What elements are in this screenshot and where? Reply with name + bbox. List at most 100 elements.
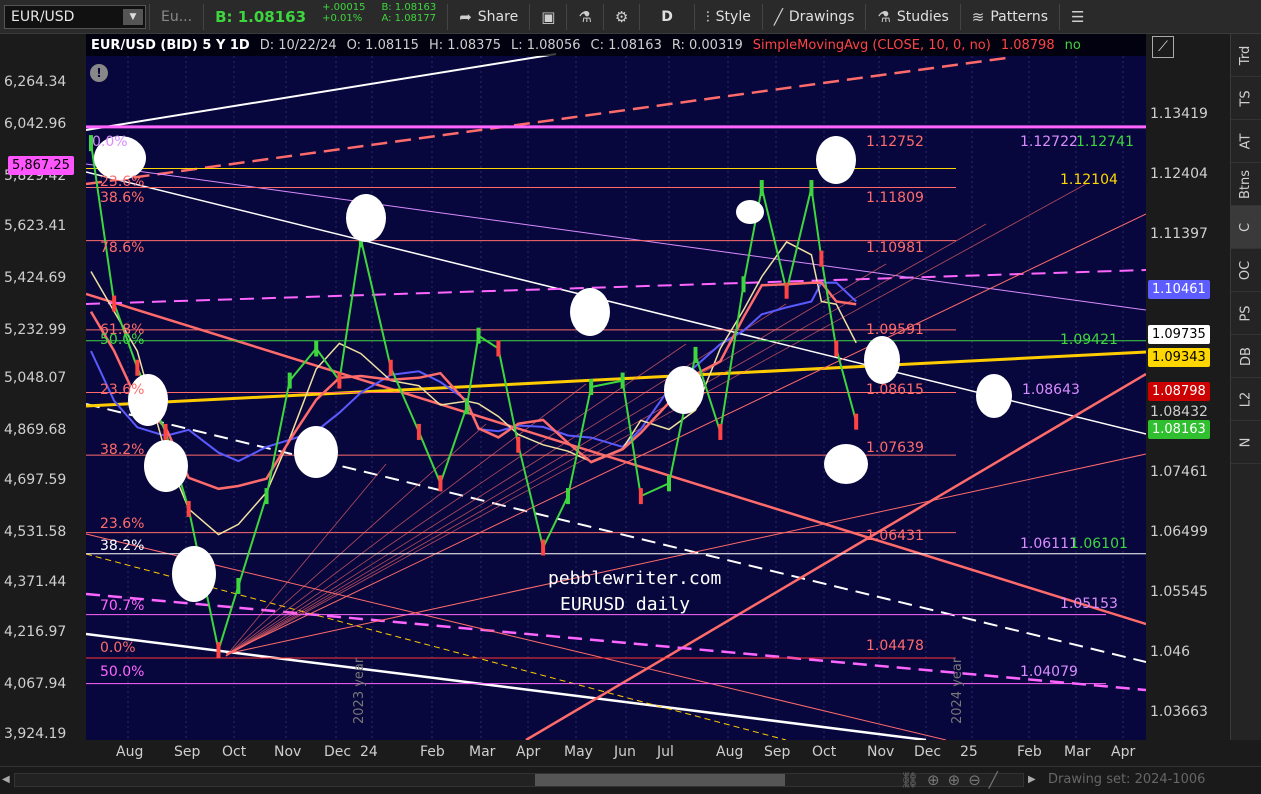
annotation-ellipse[interactable] (864, 336, 900, 384)
symbol-description-text: Eu... (161, 8, 193, 25)
scroll-left-icon[interactable]: ◀ (2, 774, 10, 785)
scrollbar-thumb[interactable] (535, 774, 785, 786)
left-price-axis: 6,264.34 6,042.96 5,829.42 5,623.41 5,424.69… (0, 34, 86, 742)
price-level-label: 1.12104 (1060, 172, 1118, 188)
right-price-tag: 1.08163 (1148, 420, 1210, 439)
divider (529, 3, 531, 30)
year-label-2024: 2024 year (950, 657, 965, 724)
annotation-ellipse[interactable] (736, 200, 764, 224)
link-icon[interactable]: ⛓ (900, 771, 919, 789)
left-axis-tick-label: 5,623.41 (4, 218, 67, 234)
time-axis-tick-label: Apr (516, 744, 541, 760)
menu-button[interactable]: ☰ (1063, 2, 1092, 32)
sidebar-tab-at[interactable]: AT (1231, 120, 1261, 163)
price-candle (476, 327, 481, 344)
draw-icon[interactable]: ╱ (989, 771, 998, 789)
camera-button[interactable]: ▣ (533, 2, 563, 32)
right-price-tag: 1.09343 (1148, 348, 1210, 367)
price-level-label: 1.12752 (866, 134, 924, 150)
patterns-icon: ≋ (971, 7, 985, 26)
trend-line[interactable] (86, 269, 1146, 305)
annotation-ellipse[interactable] (144, 440, 188, 492)
trend-line[interactable] (86, 163, 1146, 311)
price-level-label: 1.05153 (1060, 596, 1118, 612)
info-low: L: 1.08056 (510, 37, 581, 53)
zoom-controls: ⛓ ⊕ ⊕ ⊖ ╱ (900, 771, 998, 789)
fib-percent-label: 23.6% (100, 516, 145, 532)
trend-line[interactable] (525, 372, 1146, 740)
ask-small: A: 1.08177 (381, 12, 437, 24)
menu-icon: ☰ (1071, 7, 1085, 26)
annotation-ellipse[interactable] (570, 288, 610, 336)
price-candle (541, 539, 546, 556)
symbol-selector[interactable]: EUR/USD ▼ (4, 4, 146, 29)
zoom-out-icon[interactable]: ⊖ (968, 771, 981, 789)
time-axis-tick-label: Nov (867, 744, 895, 760)
price-level-label: 1.04079 (1020, 664, 1078, 680)
left-axis-tick-label: 4,869.68 (4, 422, 67, 438)
sidebar-tab-n[interactable]: N (1231, 421, 1261, 464)
settings-button[interactable]: ⚙ (607, 2, 636, 32)
left-axis-tick-label: 5,232.99 (4, 322, 67, 338)
info-icon[interactable]: ! (90, 64, 108, 82)
draw-tool-icon[interactable]: ⟋ (1152, 36, 1174, 58)
fib-percent-label: 38.6% (100, 190, 145, 206)
bid-small: B: 1.08163 (381, 1, 437, 13)
zoom-in-icon[interactable]: ⊕ (948, 771, 961, 789)
price-level-label: 1.12741 (1076, 134, 1134, 150)
left-axis-tick-label: 4,697.59 (4, 472, 67, 488)
share-button[interactable]: ➦ Share (451, 2, 526, 32)
sidebar-tab-oc[interactable]: OC (1231, 249, 1261, 292)
sidebar-tab-c[interactable]: C (1231, 206, 1261, 249)
annotation-ellipse[interactable] (824, 444, 868, 484)
patterns-button[interactable]: ≋ Patterns (964, 2, 1056, 32)
studies-button[interactable]: ⚗ Studies (869, 2, 956, 32)
annotation-ellipse[interactable] (976, 374, 1012, 418)
sidebar-tab-l2[interactable]: L2 (1231, 378, 1261, 421)
price-candle (784, 282, 789, 299)
info-range: R: 0.00319 (671, 37, 743, 53)
price-candle (741, 276, 746, 293)
bid-price: B: 1.08163 (207, 2, 314, 32)
annotation-ellipse[interactable] (172, 546, 216, 602)
price-candle (854, 413, 859, 430)
fib-percent-label: 23.6% (100, 174, 145, 190)
scroll-right-icon[interactable]: ▶ (1028, 774, 1036, 785)
price-candle (287, 372, 292, 389)
sidebar-tab-ps[interactable]: PS (1231, 292, 1261, 335)
annotation-ellipse[interactable] (346, 194, 386, 242)
flask-button[interactable]: ⚗ (570, 2, 599, 32)
sidebar-tab-ts[interactable]: TS (1231, 77, 1261, 120)
price-candle (693, 346, 698, 363)
trend-line[interactable] (86, 56, 1007, 186)
sidebar-tab-btns[interactable]: Btns (1231, 163, 1261, 206)
right-axis-tick-label: 1.07461 (1150, 464, 1208, 480)
drawings-button[interactable]: ╱ Drawings (766, 2, 863, 32)
annotation-ellipse[interactable] (816, 136, 856, 184)
drawing-set-label[interactable]: Drawing set: 2024-1006 (1048, 772, 1205, 787)
sidebar-tab-label: C (1238, 222, 1254, 232)
time-axis-tick-label: Jul (657, 744, 674, 760)
time-axis-tick-label: Sep (764, 744, 791, 760)
chevron-down-icon[interactable]: ▼ (123, 8, 143, 25)
symbol-description: Eu... (153, 2, 200, 32)
crosshair-icon[interactable]: ⊕ (927, 771, 940, 789)
sidebar-tab-trd[interactable]: Trd (1231, 34, 1261, 77)
style-button[interactable]: ⫶ Style (698, 2, 759, 32)
time-axis-tick-label: 24 (360, 744, 378, 760)
annotation-ellipse[interactable] (294, 426, 338, 478)
chart-info-bar: EUR/USD (BID) 5 Y 1D D: 10/22/24 O: 1.08… (86, 34, 1146, 56)
period-button[interactable]: D (643, 2, 691, 32)
time-axis-tick-label: Aug (116, 744, 144, 760)
price-candle (809, 180, 814, 197)
change-abs: +.00015 (322, 1, 366, 13)
trend-line[interactable] (86, 53, 557, 131)
chart-plot-area[interactable]: EUR/USD (BID) 5 Y 1D D: 10/22/24 O: 1.08… (86, 34, 1146, 740)
trend-line[interactable] (86, 632, 927, 740)
price-level-label: 1.09591 (866, 322, 924, 338)
left-axis-tick-label: 4,531.58 (4, 524, 67, 540)
time-scrollbar[interactable] (14, 773, 1024, 787)
fib-percent-label: 78.6% (100, 240, 145, 256)
sidebar-tab-db[interactable]: DB (1231, 335, 1261, 378)
annotation-ellipse[interactable] (664, 366, 704, 414)
